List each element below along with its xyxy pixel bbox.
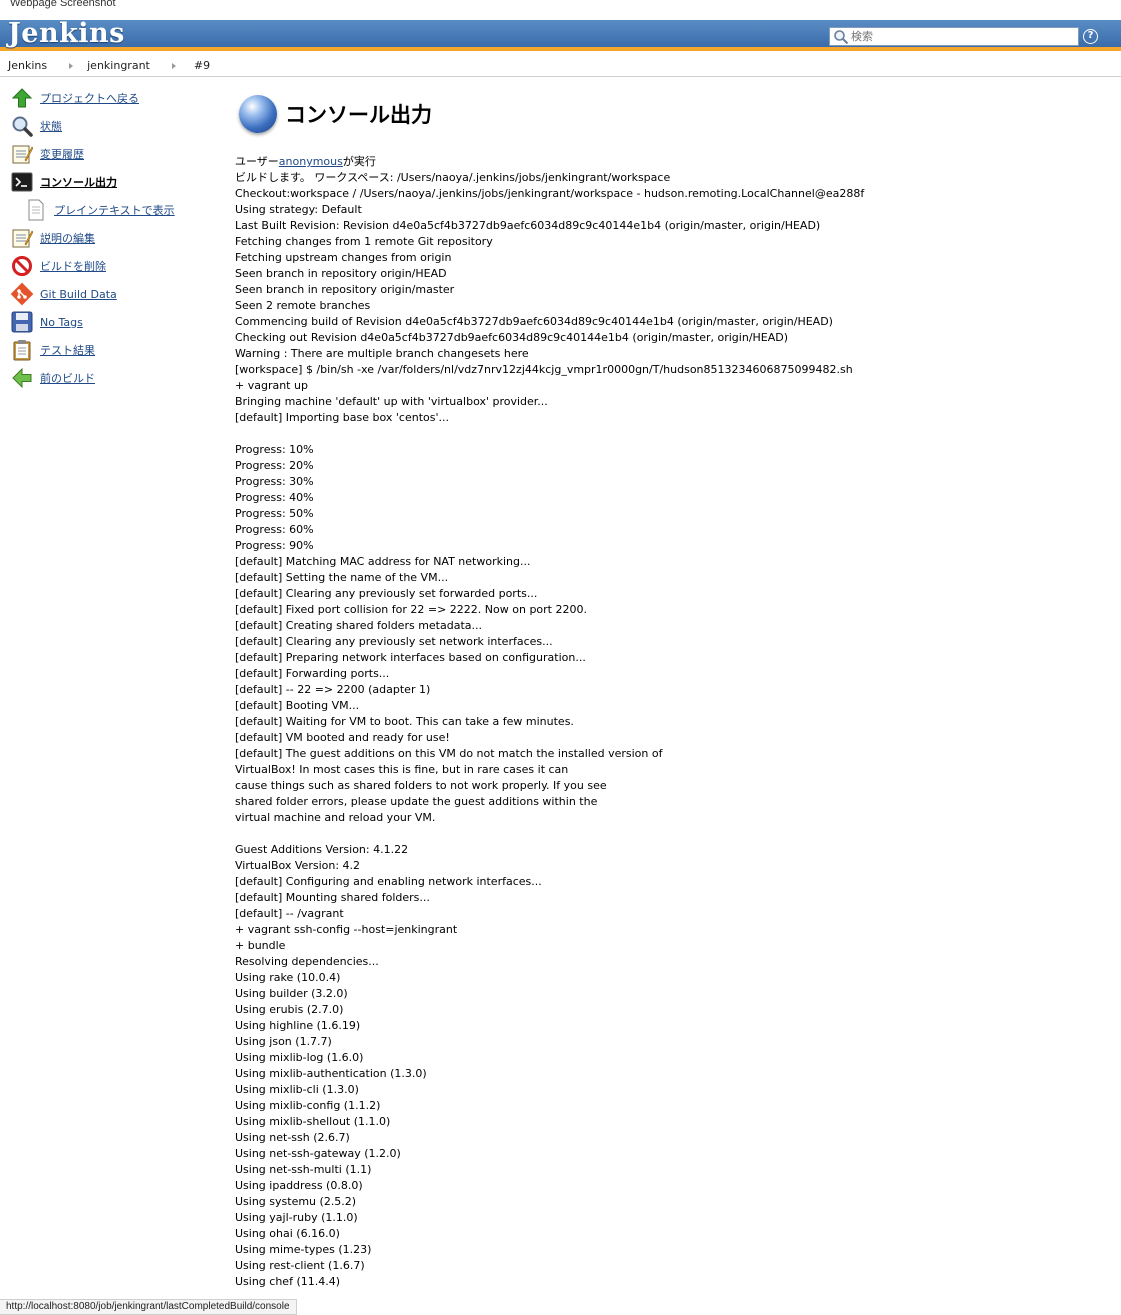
- sidebar-item-label[interactable]: ビルドを削除: [40, 258, 106, 274]
- save-icon: [10, 310, 34, 334]
- breadcrumb-jenkins[interactable]: Jenkins: [0, 59, 47, 72]
- console-text: ビルドします。 ワークスペース: /Users/naoya/.jenkins/j…: [235, 171, 865, 1288]
- sidebar-item-status[interactable]: 状態: [0, 112, 220, 140]
- breadcrumb-separator-icon: [69, 62, 74, 69]
- main-content: コンソール出力 ユーザーanonymousが実行 ビルドします。 ワークスペース…: [235, 92, 1105, 1290]
- breadcrumb-separator-icon: [171, 62, 176, 69]
- git-icon: [10, 282, 34, 306]
- sidebar-item-changes[interactable]: 変更履歴: [0, 140, 220, 168]
- browser-status-bar: http://localhost:8080/job/jenkingrant/la…: [0, 1299, 297, 1315]
- started-by-prefix: ユーザー: [235, 155, 279, 168]
- sidebar-item-label[interactable]: No Tags: [40, 316, 83, 329]
- breadcrumb-build[interactable]: #9: [194, 59, 210, 72]
- clipboard-icon: [10, 338, 34, 362]
- sidebar-item-label[interactable]: プロジェクトへ戻る: [40, 90, 139, 106]
- search-input[interactable]: [849, 28, 1069, 45]
- breadcrumb: Jenkins jenkingrant #9: [0, 55, 1121, 77]
- breadcrumb-job[interactable]: jenkingrant: [87, 59, 150, 72]
- page-title-text: コンソール出力: [285, 103, 432, 127]
- screenshot-title: Webpage Screenshot: [10, 0, 116, 9]
- sidebar-item-previous-build[interactable]: 前のビルド: [0, 364, 220, 392]
- started-by-suffix: が実行: [342, 155, 376, 168]
- sidebar-item-label[interactable]: プレインテキストで表示: [54, 202, 175, 218]
- sidebar-item-delete-build[interactable]: ビルドを削除: [0, 252, 220, 280]
- page-title: コンソール出力: [235, 92, 1105, 136]
- sidebar-item-label[interactable]: Git Build Data: [40, 288, 117, 301]
- notepad-icon: [10, 226, 34, 250]
- sidebar-item-label[interactable]: コンソール出力: [40, 174, 117, 190]
- header-bar: Jenkins ?: [0, 18, 1121, 51]
- search-box[interactable]: [829, 27, 1079, 46]
- user-link[interactable]: anonymous: [279, 155, 343, 168]
- sidebar-item-label[interactable]: 前のビルド: [40, 370, 95, 386]
- search-icon: [834, 29, 849, 44]
- sidebar-item-back-to-project[interactable]: プロジェクトへ戻る: [0, 84, 220, 112]
- sidebar-item-console-output[interactable]: コンソール出力: [0, 168, 220, 196]
- sidebar-item-label[interactable]: 変更履歴: [40, 146, 84, 162]
- help-icon[interactable]: ?: [1083, 29, 1098, 44]
- document-icon: [24, 198, 48, 222]
- console-output: ユーザーanonymousが実行 ビルドします。 ワークスペース: /Users…: [235, 154, 1105, 1290]
- blue-status-ball-icon: [239, 95, 277, 133]
- sidebar-item-git-build-data[interactable]: Git Build Data: [0, 280, 220, 308]
- jenkins-logo[interactable]: Jenkins: [8, 18, 125, 49]
- notepad-icon: [10, 142, 34, 166]
- up-arrow-icon: [10, 86, 34, 110]
- terminal-icon: [10, 170, 34, 194]
- sidebar-item-edit-description[interactable]: 説明の編集: [0, 224, 220, 252]
- sidebar-item-test-results[interactable]: テスト結果: [0, 336, 220, 364]
- sidebar-item-label[interactable]: テスト結果: [40, 342, 95, 358]
- sidebar-item-plain-text[interactable]: プレインテキストで表示: [0, 196, 220, 224]
- sidebar: プロジェクトへ戻る 状態 変更履歴 コンソール出力 プレインテキストで表示 説明…: [0, 84, 220, 392]
- left-arrow-icon: [10, 366, 34, 390]
- no-entry-icon: [10, 254, 34, 278]
- sidebar-item-label[interactable]: 状態: [40, 118, 62, 134]
- magnifier-icon: [10, 114, 34, 138]
- sidebar-item-label[interactable]: 説明の編集: [40, 230, 95, 246]
- sidebar-item-no-tags[interactable]: No Tags: [0, 308, 220, 336]
